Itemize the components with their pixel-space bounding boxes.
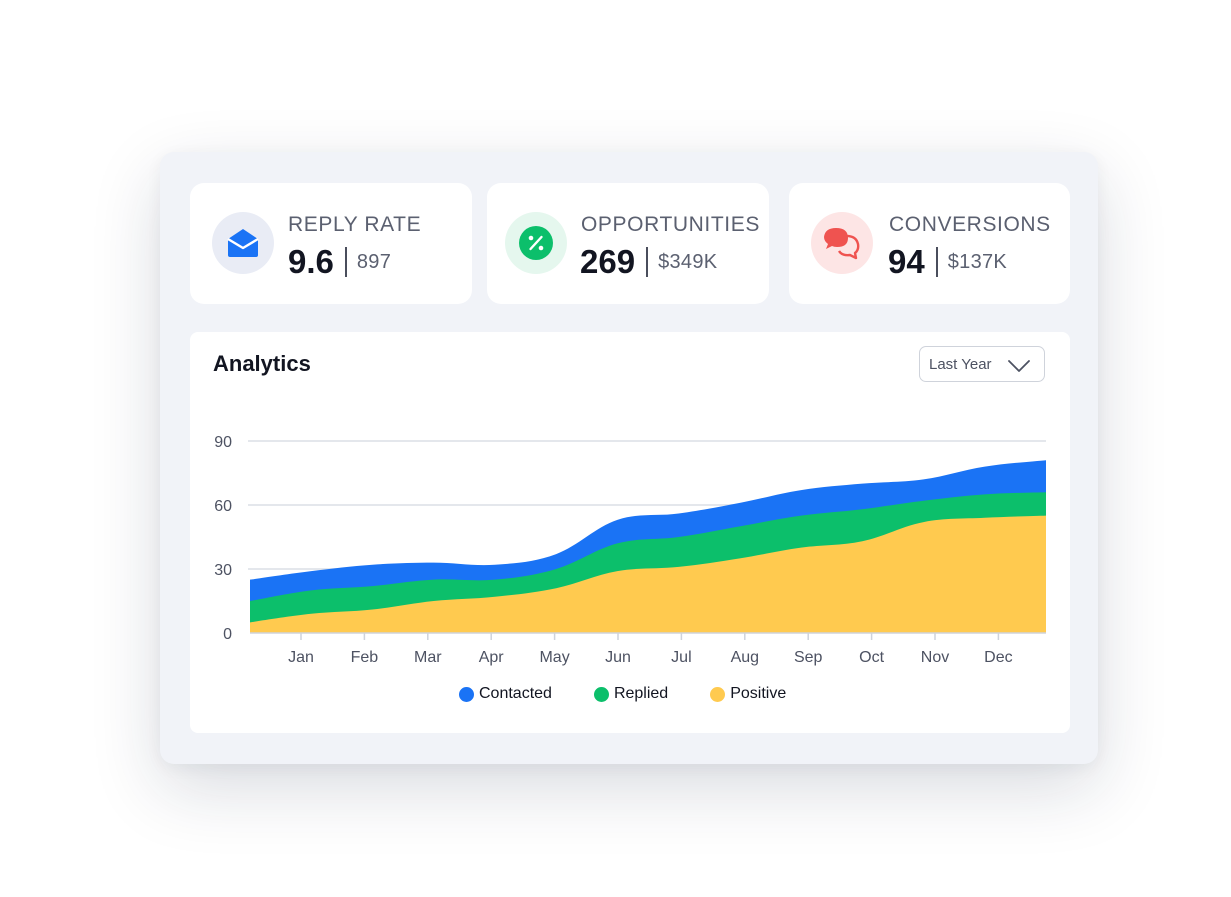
x-tick-label: Aug (731, 649, 759, 666)
opportunities-card[interactable]: OPPORTUNITIES 269 $349K (487, 183, 769, 304)
x-tick-label: Dec (984, 649, 1012, 666)
period-dropdown-label: Last Year (929, 356, 992, 373)
stat-subvalue: $137K (947, 250, 1008, 273)
stat-divider (344, 247, 347, 277)
legend-item-replied[interactable]: Replied (593, 685, 669, 703)
legend-item-positive[interactable]: Positive (710, 685, 786, 703)
stat-label: REPLY RATE (288, 213, 422, 236)
percent-badge-icon (505, 212, 567, 274)
stat-divider (935, 247, 938, 277)
conversions-card[interactable]: CONVERSIONS 94 $137K (789, 183, 1070, 304)
x-tick-label: Feb (351, 649, 379, 666)
x-tick-label: May (539, 649, 569, 666)
envelope-icon (212, 212, 274, 274)
y-tick-label: 90 (214, 434, 232, 451)
x-tick-label: Jun (605, 649, 631, 666)
legend-label: Positive (730, 685, 787, 702)
stat-label: CONVERSIONS (889, 213, 1051, 236)
chat-bubbles-icon (811, 212, 873, 274)
stat-divider (646, 247, 649, 277)
chevron-down-icon (1008, 359, 1030, 377)
chart-legend: Contacted Replied Positive (459, 685, 786, 703)
x-tick-label: Apr (479, 649, 505, 666)
analytics-title: Analytics (213, 351, 311, 376)
legend-dot-replied (593, 686, 609, 702)
legend-item-contacted[interactable]: Contacted (459, 685, 552, 703)
stat-value: 269 (580, 243, 636, 280)
x-tick-label: Oct (859, 649, 884, 666)
x-tick-label: Jan (288, 649, 314, 666)
stat-value: 9.6 (288, 243, 334, 280)
x-tick-label: Jul (671, 649, 691, 666)
x-tick-label: Sep (794, 649, 823, 666)
x-tick-label: Nov (921, 649, 949, 666)
legend-label: Replied (613, 685, 669, 702)
x-tick-label: Mar (414, 649, 442, 666)
y-tick-label: 0 (223, 626, 232, 643)
analytics-area-chart: 0 30 60 90 Jan Feb Mar Apr May Jun Jul Aug Sep Oct No… (214, 434, 1046, 666)
y-tick-label: 60 (214, 498, 232, 515)
y-tick-label: 30 (214, 562, 232, 579)
reply-rate-card[interactable]: REPLY RATE 9.6 897 (190, 183, 472, 304)
stat-value: 94 (888, 243, 925, 280)
legend-dot-positive (710, 686, 726, 702)
legend-label: Contacted (479, 685, 552, 702)
stat-subvalue: $349K (658, 250, 718, 273)
stat-label: OPPORTUNITIES (581, 213, 760, 236)
stat-subvalue: 897 (356, 250, 392, 273)
legend-dot-contacted (459, 686, 474, 702)
period-dropdown[interactable]: Last Year (919, 346, 1045, 382)
